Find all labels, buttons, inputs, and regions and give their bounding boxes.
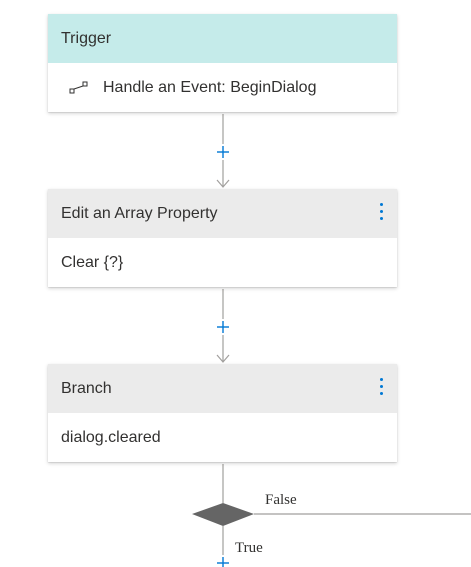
branch-node[interactable]: Branch dialog.cleared	[48, 364, 397, 462]
edit-array-node-description: Clear {?}	[61, 253, 124, 271]
dialog-flow-canvas: Trigger Handle an Event: BeginDialog Edi…	[0, 0, 471, 567]
trigger-node[interactable]: Trigger Handle an Event: BeginDialog	[48, 14, 397, 112]
trigger-node-body: Handle an Event: BeginDialog	[48, 63, 397, 112]
add-action-button[interactable]	[214, 554, 232, 567]
more-options-icon[interactable]	[379, 203, 383, 223]
trigger-node-title: Trigger	[61, 29, 112, 47]
edit-array-node-title: Edit an Array Property	[61, 204, 218, 222]
add-action-button[interactable]	[214, 143, 232, 161]
false-branch-label: False	[265, 492, 297, 508]
more-options-icon[interactable]	[379, 378, 383, 398]
edit-array-node-body: Clear {?}	[48, 238, 397, 287]
branch-node-title: Branch	[61, 379, 112, 397]
edit-array-node-header: Edit an Array Property	[48, 189, 397, 238]
branch-node-condition: dialog.cleared	[61, 428, 161, 446]
trigger-node-description: Handle an Event: BeginDialog	[103, 78, 317, 96]
branch-node-header: Branch	[48, 364, 397, 413]
true-branch-label: True	[235, 540, 263, 556]
add-action-button[interactable]	[214, 318, 232, 336]
edit-array-node[interactable]: Edit an Array Property Clear {?}	[48, 189, 397, 287]
branch-node-body: dialog.cleared	[48, 413, 397, 462]
trigger-node-header: Trigger	[48, 14, 397, 63]
condition-diamond	[192, 503, 254, 526]
event-trigger-icon	[69, 81, 89, 95]
